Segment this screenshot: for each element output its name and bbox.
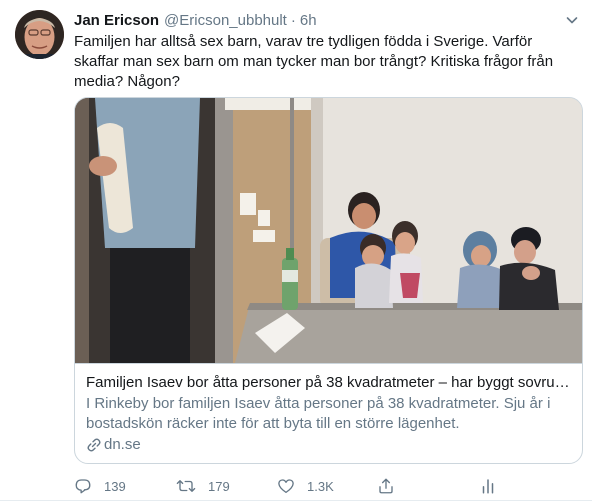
retweet-count: 179 — [208, 478, 230, 494]
tweet-text: Familjen har alltså sex barn, varav tre … — [74, 33, 554, 90]
card-body[interactable]: Familjen Isaev bor åtta personer på 38 k… — [75, 363, 582, 463]
analytics-button[interactable] — [479, 475, 509, 497]
avatar[interactable] — [15, 10, 64, 59]
card-image[interactable] — [75, 98, 582, 363]
separator-dot: · — [290, 11, 296, 29]
tweet-time[interactable]: 6h — [300, 12, 317, 29]
author-name[interactable]: Jan Ericson — [74, 12, 159, 29]
heart-icon — [278, 479, 294, 494]
reply-button[interactable]: 139 — [74, 475, 126, 497]
share-button[interactable] — [377, 475, 407, 497]
link-icon — [87, 438, 101, 452]
card-description: I Rinkeby bor familjen Isaev åtta person… — [86, 395, 551, 432]
card-domain-text: dn.se — [104, 436, 141, 453]
tweet-header: Jan Ericson @Ericson_ubbhult · 6h — [74, 10, 317, 30]
retweet-button[interactable]: 179 — [176, 475, 230, 497]
tweet[interactable]: Jan Ericson @Ericson_ubbhult · 6h Familj… — [0, 0, 592, 501]
card-domain[interactable]: dn.se — [86, 435, 571, 455]
reply-icon — [75, 479, 91, 494]
share-icon — [379, 478, 393, 494]
card-title[interactable]: Familjen Isaev bor åtta personer på 38 k… — [86, 373, 571, 393]
retweet-icon — [176, 480, 196, 492]
like-button[interactable]: 1.3K — [277, 475, 334, 497]
author-handle[interactable]: @Ericson_ubbhult — [164, 12, 287, 29]
reply-count: 139 — [104, 478, 126, 494]
link-card[interactable]: Familjen Isaev bor åtta personer på 38 k… — [74, 97, 583, 464]
like-count: 1.3K — [307, 478, 334, 494]
tweet-actions: 139 179 1.3K — [70, 475, 510, 497]
chevron-down-icon — [566, 17, 578, 24]
more-options-button[interactable] — [562, 10, 582, 30]
analytics-icon — [482, 479, 494, 494]
